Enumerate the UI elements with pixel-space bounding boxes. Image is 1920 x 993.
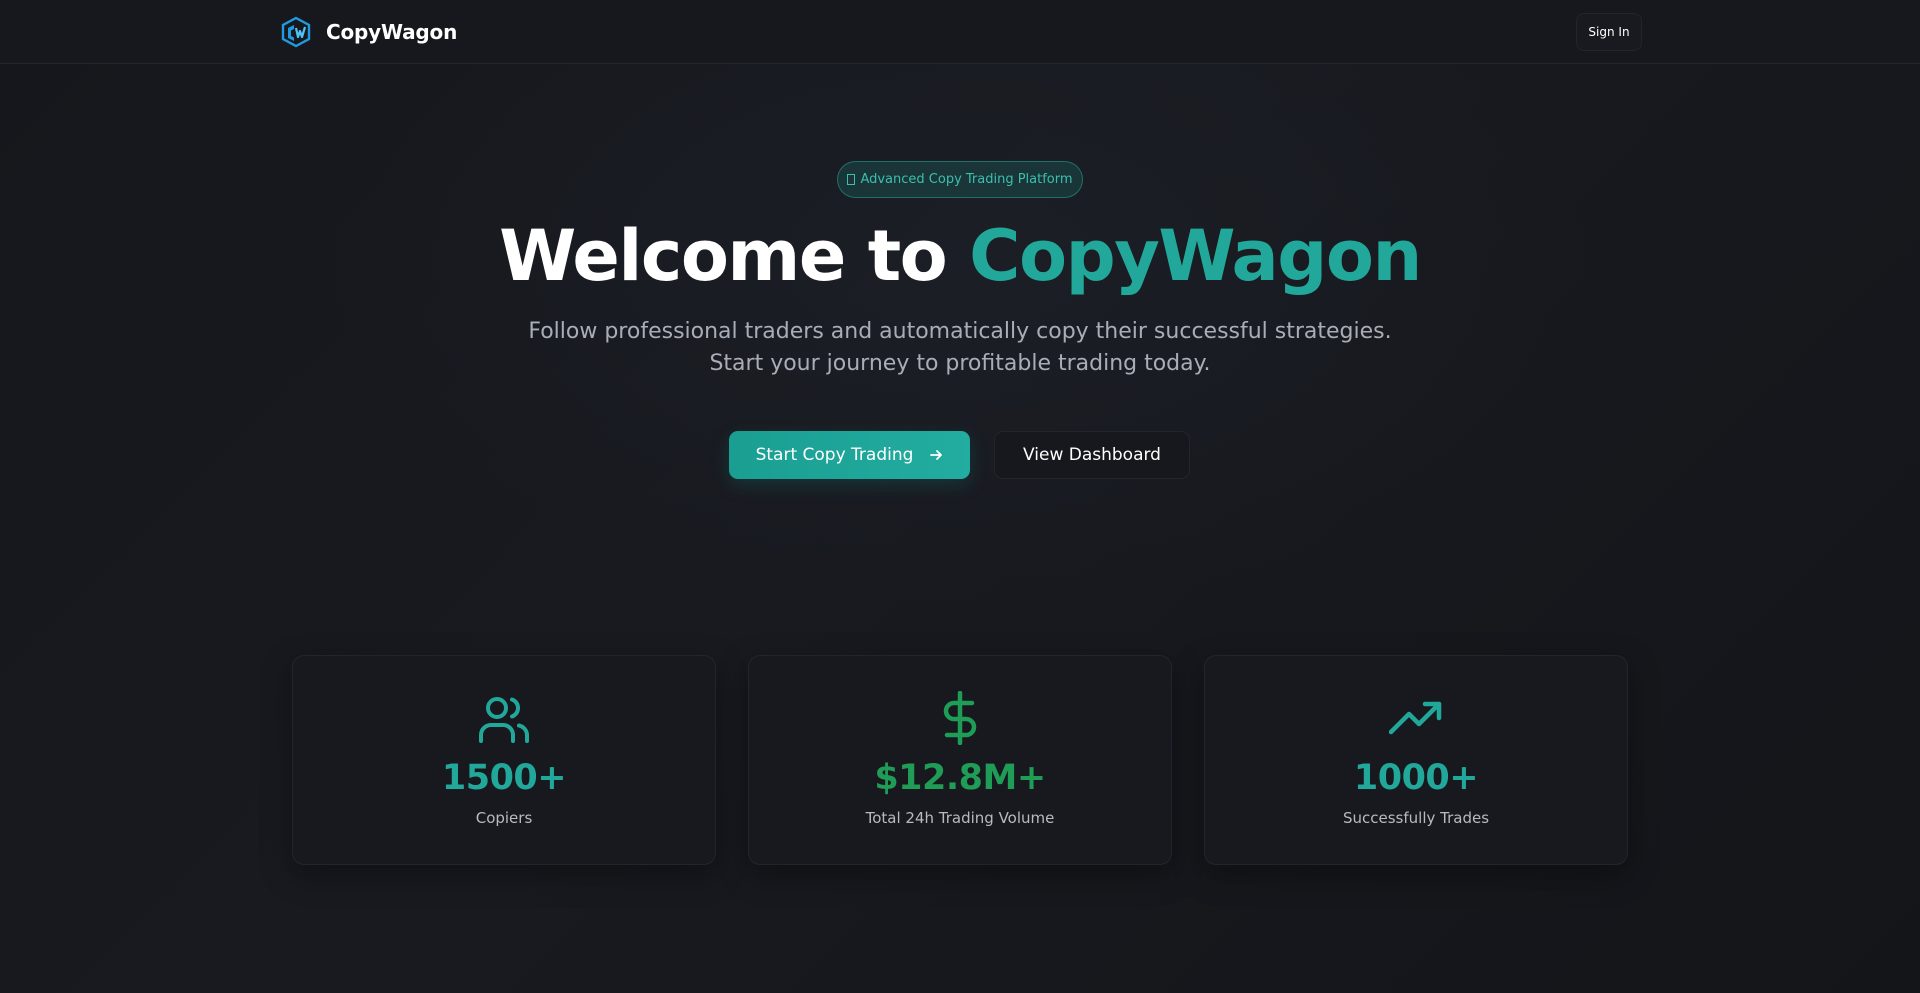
- hero-subtitle: Follow professional traders and automati…: [528, 319, 1392, 376]
- start-copy-trading-button[interactable]: Start Copy Trading: [729, 431, 970, 479]
- stat-value: $12.8M+: [874, 758, 1046, 798]
- users-icon: [479, 697, 529, 743]
- dollar-icon: [943, 691, 977, 745]
- arrow-right-icon: [930, 450, 943, 460]
- stat-card-successful-trades: 1000+ Successfully Trades: [1204, 655, 1628, 865]
- top-navbar: CopyWagon Sign In: [0, 0, 1920, 64]
- stat-label: Total 24h Trading Volume: [865, 809, 1055, 827]
- badge-text: Advanced Copy Trading Platform: [860, 172, 1073, 187]
- trending-up-icon: [1389, 701, 1442, 735]
- copywagon-logo-icon: [281, 16, 311, 48]
- hero-title-accent: CopyWagon: [969, 215, 1422, 297]
- stat-card-trading-volume: $12.8M+ Total 24h Trading Volume: [748, 655, 1172, 865]
- brand-link[interactable]: CopyWagon: [280, 14, 457, 50]
- brand-name: CopyWagon: [326, 20, 458, 44]
- hero-title: Welcome to CopyWagon: [0, 212, 1920, 300]
- stat-value: 1000+: [1353, 758, 1479, 798]
- sign-in-button[interactable]: Sign In: [1576, 13, 1642, 51]
- stat-card-copiers: 1500+ Copiers: [292, 655, 716, 865]
- stat-label: Copiers: [475, 809, 533, 827]
- sparkle-icon: [847, 174, 856, 185]
- stat-value: 1500+: [441, 758, 567, 798]
- platform-badge: Advanced Copy Trading Platform: [837, 161, 1083, 198]
- view-dashboard-button[interactable]: View Dashboard: [994, 431, 1190, 479]
- hero-title-prefix: Welcome to: [499, 215, 970, 297]
- stat-label: Successfully Trades: [1342, 809, 1490, 827]
- start-copy-trading-label: Start Copy Trading: [755, 445, 914, 465]
